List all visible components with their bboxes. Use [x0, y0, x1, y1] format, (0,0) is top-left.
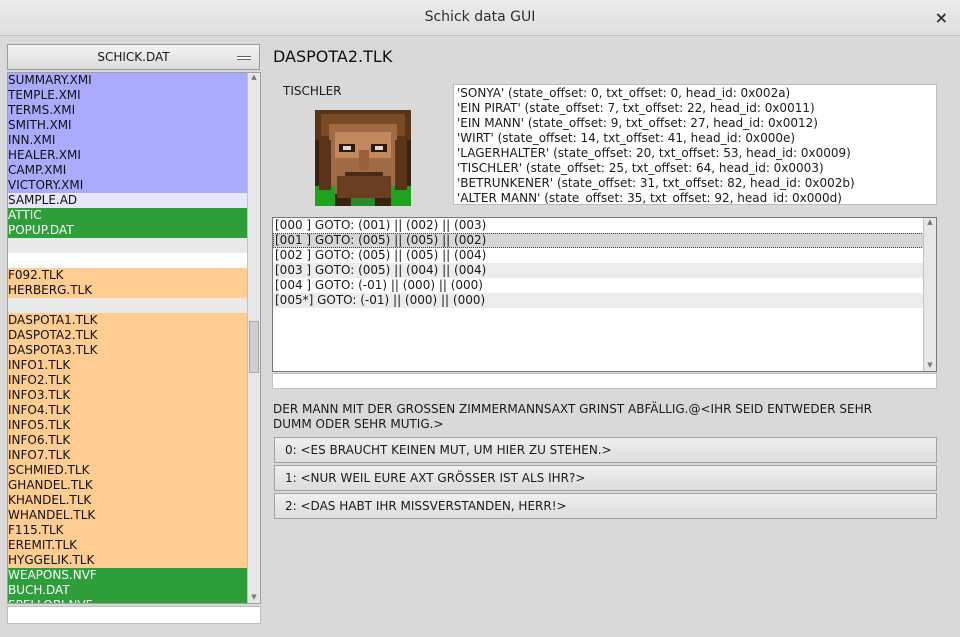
file-list-item[interactable]: CAMP.XMI [8, 163, 248, 178]
file-list-item[interactable]: VICTORY.XMI [8, 178, 248, 193]
partner-list-item[interactable]: 'ALTER MANN' (state_offset: 35, txt_offs… [457, 191, 933, 204]
file-list-item[interactable]: SMITH.XMI [8, 118, 248, 133]
file-list-item[interactable]: DASPOTA3.TLK [8, 343, 248, 358]
title-bar: Schick data GUI × [0, 0, 960, 36]
portrait-image [315, 110, 411, 206]
scroll-down-icon[interactable]: ▼ [249, 593, 259, 603]
file-list-item[interactable] [8, 238, 248, 253]
file-list-item[interactable]: GHANDEL.TLK [8, 478, 248, 493]
file-list-item[interactable]: WEAPONS.NVF [8, 568, 248, 583]
partner-list-item[interactable]: 'EIN MANN' (state_offset: 9, txt_offset:… [457, 116, 933, 131]
file-list-item[interactable]: INFO1.TLK [8, 358, 248, 373]
file-list-panel: SUMMARY.XMI TEMPLE.XMI TERMS.XMI SMITH.XMI I… [7, 72, 261, 604]
file-list-item[interactable]: HERBERG.TLK [8, 283, 248, 298]
dropdown-icon [237, 56, 251, 60]
state-list-scrollbar[interactable]: ▲ ▼ [923, 218, 936, 371]
state-list-item[interactable]: [005*] GOTO: (-01) || (000) || (000) [273, 293, 924, 308]
file-list-item[interactable]: WHANDEL.TLK [8, 508, 248, 523]
close-icon[interactable]: × [935, 8, 948, 27]
state-list-item[interactable]: [004 ] GOTO: (-01) || (000) || (000) [273, 278, 924, 293]
state-list-item[interactable]: [002 ] GOTO: (005) || (005) || (004) [273, 248, 924, 263]
file-list: SUMMARY.XMI TEMPLE.XMI TERMS.XMI SMITH.XMI I… [8, 73, 248, 603]
file-list-item[interactable]: INFO3.TLK [8, 388, 248, 403]
file-list-item[interactable]: INFO2.TLK [8, 373, 248, 388]
answer-button-1[interactable]: 1: <NUR WEIL EURE AXT GRÖSSER IST ALS IH… [274, 465, 937, 491]
file-list-item[interactable]: KHANDEL.TLK [8, 493, 248, 508]
state-detail-field[interactable] [272, 373, 937, 389]
scroll-up-icon[interactable]: ▲ [925, 218, 935, 228]
speaker-name: TISCHLER [283, 84, 342, 98]
partner-list-item[interactable]: 'WIRT' (state_offset: 14, txt_offset: 41… [457, 131, 933, 146]
state-list-item[interactable]: [000 ] GOTO: (001) || (002) || (003) [273, 218, 924, 233]
archive-select[interactable]: SCHICK.DAT [7, 44, 260, 70]
file-list-item[interactable]: SUMMARY.XMI [8, 73, 248, 88]
state-list: [000 ] GOTO: (001) || (002) || (003) [001… [272, 217, 937, 372]
file-list-item[interactable] [8, 298, 248, 313]
state-list-item[interactable]: [003 ] GOTO: (005) || (004) || (004) [273, 263, 924, 278]
file-list-item[interactable]: INFO5.TLK [8, 418, 248, 433]
archive-select-value: SCHICK.DAT [97, 50, 170, 64]
file-list-item[interactable]: EREMIT.TLK [8, 538, 248, 553]
file-list-item[interactable]: F092.TLK [8, 268, 248, 283]
file-list-item[interactable] [8, 253, 248, 268]
file-list-scrollbar[interactable]: ▲ ▼ [247, 73, 260, 603]
partner-list-item[interactable]: 'EIN PIRAT' (state_offset: 7, txt_offset… [457, 101, 933, 116]
file-list-item[interactable]: BUCH.DAT [8, 583, 248, 598]
scroll-down-icon[interactable]: ▼ [925, 361, 935, 371]
dialog-partner-list[interactable]: 'SONYA' (state_offset: 0, txt_offset: 0,… [453, 84, 937, 205]
file-list-item[interactable]: ATTIC [8, 208, 248, 223]
state-list-item[interactable]: [001 ] GOTO: (005) || (005) || (002) [273, 233, 924, 248]
file-list-item[interactable]: DASPOTA2.TLK [8, 328, 248, 343]
file-list-item[interactable]: F115.TLK [8, 523, 248, 538]
speaker-portrait [315, 110, 411, 206]
file-list-item[interactable]: HEALER.XMI [8, 148, 248, 163]
partner-list-item[interactable]: 'SONYA' (state_offset: 0, txt_offset: 0,… [457, 86, 933, 101]
scroll-thumb[interactable] [249, 321, 259, 373]
file-list-item[interactable]: INN.XMI [8, 133, 248, 148]
answer-button-2[interactable]: 2: <DAS HABT IHR MISSVERSTANDEN, HERR!> [274, 493, 937, 519]
file-list-item[interactable]: SPELLOBJ.NVF [8, 598, 248, 603]
file-title: DASPOTA2.TLK [273, 47, 393, 66]
answer-button-0[interactable]: 0: <ES BRAUCHT KEINEN MUT, UM HIER ZU ST… [274, 437, 937, 463]
file-list-item[interactable]: DASPOTA1.TLK [8, 313, 248, 328]
file-list-item[interactable]: TERMS.XMI [8, 103, 248, 118]
file-filter-field[interactable] [7, 606, 261, 624]
scroll-up-icon[interactable]: ▲ [249, 73, 259, 83]
file-list-item[interactable]: INFO7.TLK [8, 448, 248, 463]
file-list-item[interactable]: INFO6.TLK [8, 433, 248, 448]
file-list-item[interactable]: TEMPLE.XMI [8, 88, 248, 103]
dialog-text: DER MANN MIT DER GROSSEN ZIMMERMANNSAXT … [273, 402, 872, 431]
file-list-item[interactable]: HYGGELIK.TLK [8, 553, 248, 568]
window-title: Schick data GUI [424, 9, 536, 25]
file-list-item[interactable]: SCHMIED.TLK [8, 463, 248, 478]
file-list-item[interactable]: SAMPLE.AD [8, 193, 248, 208]
partner-list-item[interactable]: 'LAGERHALTER' (state_offset: 20, txt_off… [457, 146, 933, 161]
partner-list-item[interactable]: 'TISCHLER' (state_offset: 25, txt_offset… [457, 161, 933, 176]
partner-list-item[interactable]: 'BETRUNKENER' (state_offset: 31, txt_off… [457, 176, 933, 191]
file-list-item[interactable]: POPUP.DAT [8, 223, 248, 238]
file-list-item[interactable]: INFO4.TLK [8, 403, 248, 418]
